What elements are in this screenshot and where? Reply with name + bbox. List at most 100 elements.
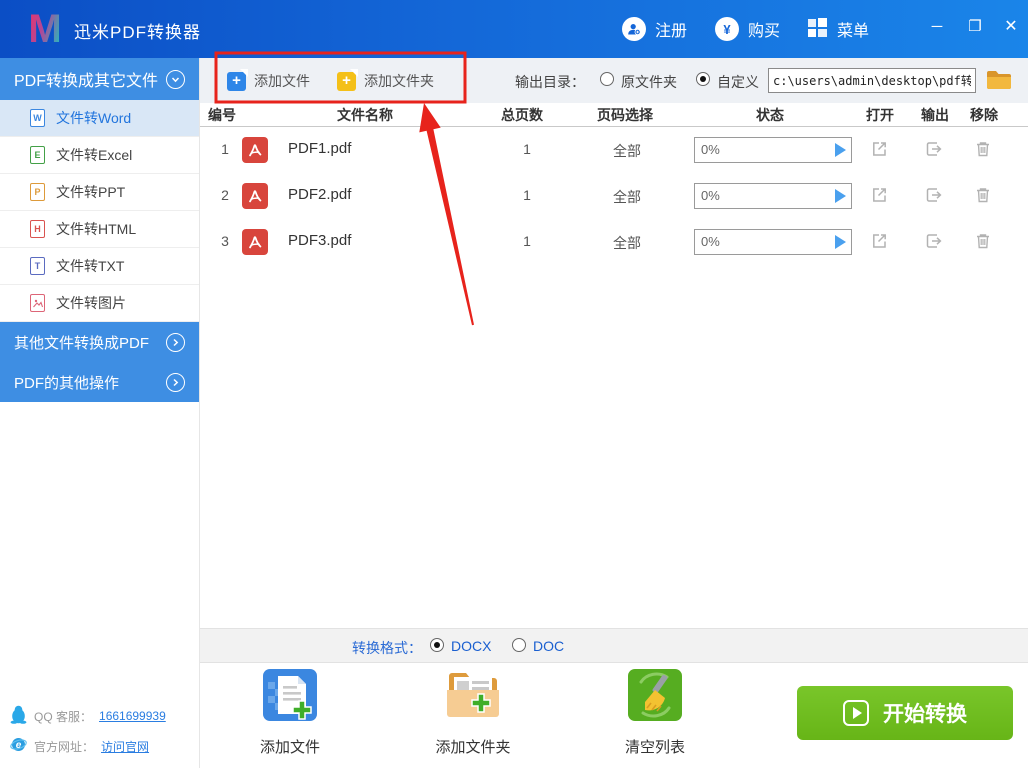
page-range[interactable]: 全部 [597, 187, 657, 207]
add-file-icon: + [227, 68, 248, 91]
app-logo-icon: M [22, 6, 68, 52]
output-path-input[interactable] [768, 68, 976, 93]
sidebar-item-word[interactable]: W 文件转Word [0, 100, 199, 137]
sidebar-item-label: 文件转HTML [56, 221, 137, 237]
qq-icon [10, 705, 27, 727]
sidebar-item-html[interactable]: H 文件转HTML [0, 211, 199, 248]
ppt-doc-icon: P [30, 183, 45, 201]
section-label: PDF的其他操作 [14, 374, 120, 392]
add-folder-big-button[interactable]: 添加文件夹 [418, 668, 528, 757]
row-number: 2 [221, 187, 229, 203]
sidebar-item-label: 文件转Excel [56, 147, 133, 163]
progress-bar: 0% [694, 137, 852, 163]
add-file-big-icon [262, 668, 318, 722]
sidebar-item-label: 文件转TXT [56, 258, 125, 274]
official-site-link[interactable]: 访问官网 [101, 738, 149, 755]
col-name: 文件名称 [337, 107, 393, 123]
sidebar-item-image[interactable]: 文件转图片 [0, 285, 199, 322]
table-row: 3 PDF3.pdf 1 全部 0% [200, 219, 1028, 265]
chevron-right-icon [166, 332, 185, 352]
add-folder-button[interactable]: + 添加文件夹 [337, 68, 434, 94]
pdf-file-icon [242, 229, 268, 255]
add-file-button[interactable]: + 添加文件 [227, 68, 310, 94]
radio-custom-folder[interactable] [696, 72, 710, 86]
app-window: M 迅米PDF转换器 注册 ¥ 购买 菜单 ─ ❐ ✕ PDF转换成其它文件 W… [0, 0, 1028, 768]
start-convert-label: 开始转换 [883, 703, 967, 726]
browse-folder-icon[interactable] [986, 69, 1012, 96]
radio-doc[interactable] [512, 638, 526, 652]
output-dir-label: 输出目录： [515, 74, 585, 90]
buy-button[interactable]: ¥ 购买 [715, 14, 780, 44]
trash-icon[interactable] [973, 231, 995, 253]
site-label: 官方网址： [34, 739, 95, 754]
register-button[interactable]: 注册 [622, 14, 687, 44]
file-name: PDF1.pdf [288, 140, 352, 157]
play-icon[interactable] [835, 189, 846, 203]
sidebar-item-excel[interactable]: E 文件转Excel [0, 137, 199, 174]
word-doc-icon: W [30, 109, 45, 127]
chevron-right-icon [166, 372, 185, 392]
maximize-button[interactable]: ❐ [958, 12, 992, 42]
col-remove: 移除 [970, 107, 998, 123]
sidebar-item-txt[interactable]: T 文件转TXT [0, 248, 199, 285]
buy-label: 购买 [748, 23, 781, 40]
yen-icon: ¥ [715, 17, 739, 41]
file-name: PDF3.pdf [288, 232, 352, 249]
page-range[interactable]: 全部 [597, 141, 657, 161]
open-file-icon[interactable] [869, 185, 891, 207]
open-file-icon[interactable] [869, 231, 891, 253]
minimize-button[interactable]: ─ [920, 12, 954, 42]
radio-original-folder[interactable] [600, 72, 614, 86]
sidebar-item-ppt[interactable]: P 文件转PPT [0, 174, 199, 211]
sidebar-item-label: 文件转PPT [56, 184, 126, 200]
pdf-file-icon [242, 183, 268, 209]
output-file-icon[interactable] [924, 185, 946, 207]
trash-icon[interactable] [973, 139, 995, 161]
sidebar-section-other-to-pdf[interactable]: 其他文件转换成PDF [0, 322, 199, 362]
radio-original-folder-label[interactable]: 原文件夹 [621, 72, 677, 92]
start-convert-button[interactable]: 开始转换 [797, 686, 1013, 740]
sidebar-section-pdf-to-other[interactable]: PDF转换成其它文件 [0, 58, 199, 100]
grid-menu-icon [806, 16, 828, 43]
sidebar-section-pdf-ops[interactable]: PDF的其他操作 [0, 362, 199, 402]
radio-custom-folder-label[interactable]: 自定义 [717, 72, 759, 92]
clear-list-icon [627, 668, 683, 722]
html-doc-icon: H [30, 220, 45, 238]
play-icon[interactable] [835, 143, 846, 157]
support-info: QQ 客服： 1661699939 e 官方网址： 访问官网 [10, 705, 195, 765]
page-count: 1 [523, 233, 531, 249]
format-label: 转换格式： [352, 640, 422, 656]
col-status: 状态 [756, 107, 784, 123]
file-name: PDF2.pdf [288, 186, 352, 203]
output-file-icon[interactable] [924, 231, 946, 253]
row-number: 3 [221, 233, 229, 249]
clear-list-label: 清空列表 [624, 739, 685, 756]
close-button[interactable]: ✕ [994, 12, 1028, 42]
image-icon [30, 294, 45, 312]
menu-label: 菜单 [837, 23, 870, 40]
menu-button[interactable]: 菜单 [806, 14, 869, 44]
radio-docx[interactable] [430, 638, 444, 652]
add-file-big-label: 添加文件 [259, 739, 320, 756]
radio-doc-label[interactable]: DOC [533, 638, 564, 654]
trash-icon[interactable] [973, 185, 995, 207]
add-file-big-button[interactable]: 添加文件 [235, 668, 345, 757]
sidebar-item-label: 文件转图片 [56, 295, 126, 311]
page-range[interactable]: 全部 [597, 233, 657, 253]
qq-number-link[interactable]: 1661699939 [99, 709, 166, 723]
page-count: 1 [523, 141, 531, 157]
play-icon[interactable] [835, 235, 846, 249]
main-panel: + 添加文件 + 添加文件夹 输出目录： 原文件夹 自定义 编号 文件名称 总页… [200, 58, 1028, 768]
clear-list-button[interactable]: 清空列表 [600, 668, 710, 757]
open-file-icon[interactable] [869, 139, 891, 161]
add-folder-label: 添加文件夹 [364, 73, 434, 89]
output-file-icon[interactable] [924, 139, 946, 161]
progress-bar: 0% [694, 183, 852, 209]
pdf-file-icon [242, 137, 268, 163]
qq-label: QQ 客服： [34, 709, 93, 724]
app-title: 迅米PDF转换器 [74, 23, 201, 42]
radio-docx-label[interactable]: DOCX [451, 638, 491, 654]
chevron-down-icon [166, 69, 185, 89]
col-output: 输出 [921, 107, 949, 123]
table-header: 编号 文件名称 总页数 页码选择 状态 打开 输出 移除 [200, 103, 1028, 127]
